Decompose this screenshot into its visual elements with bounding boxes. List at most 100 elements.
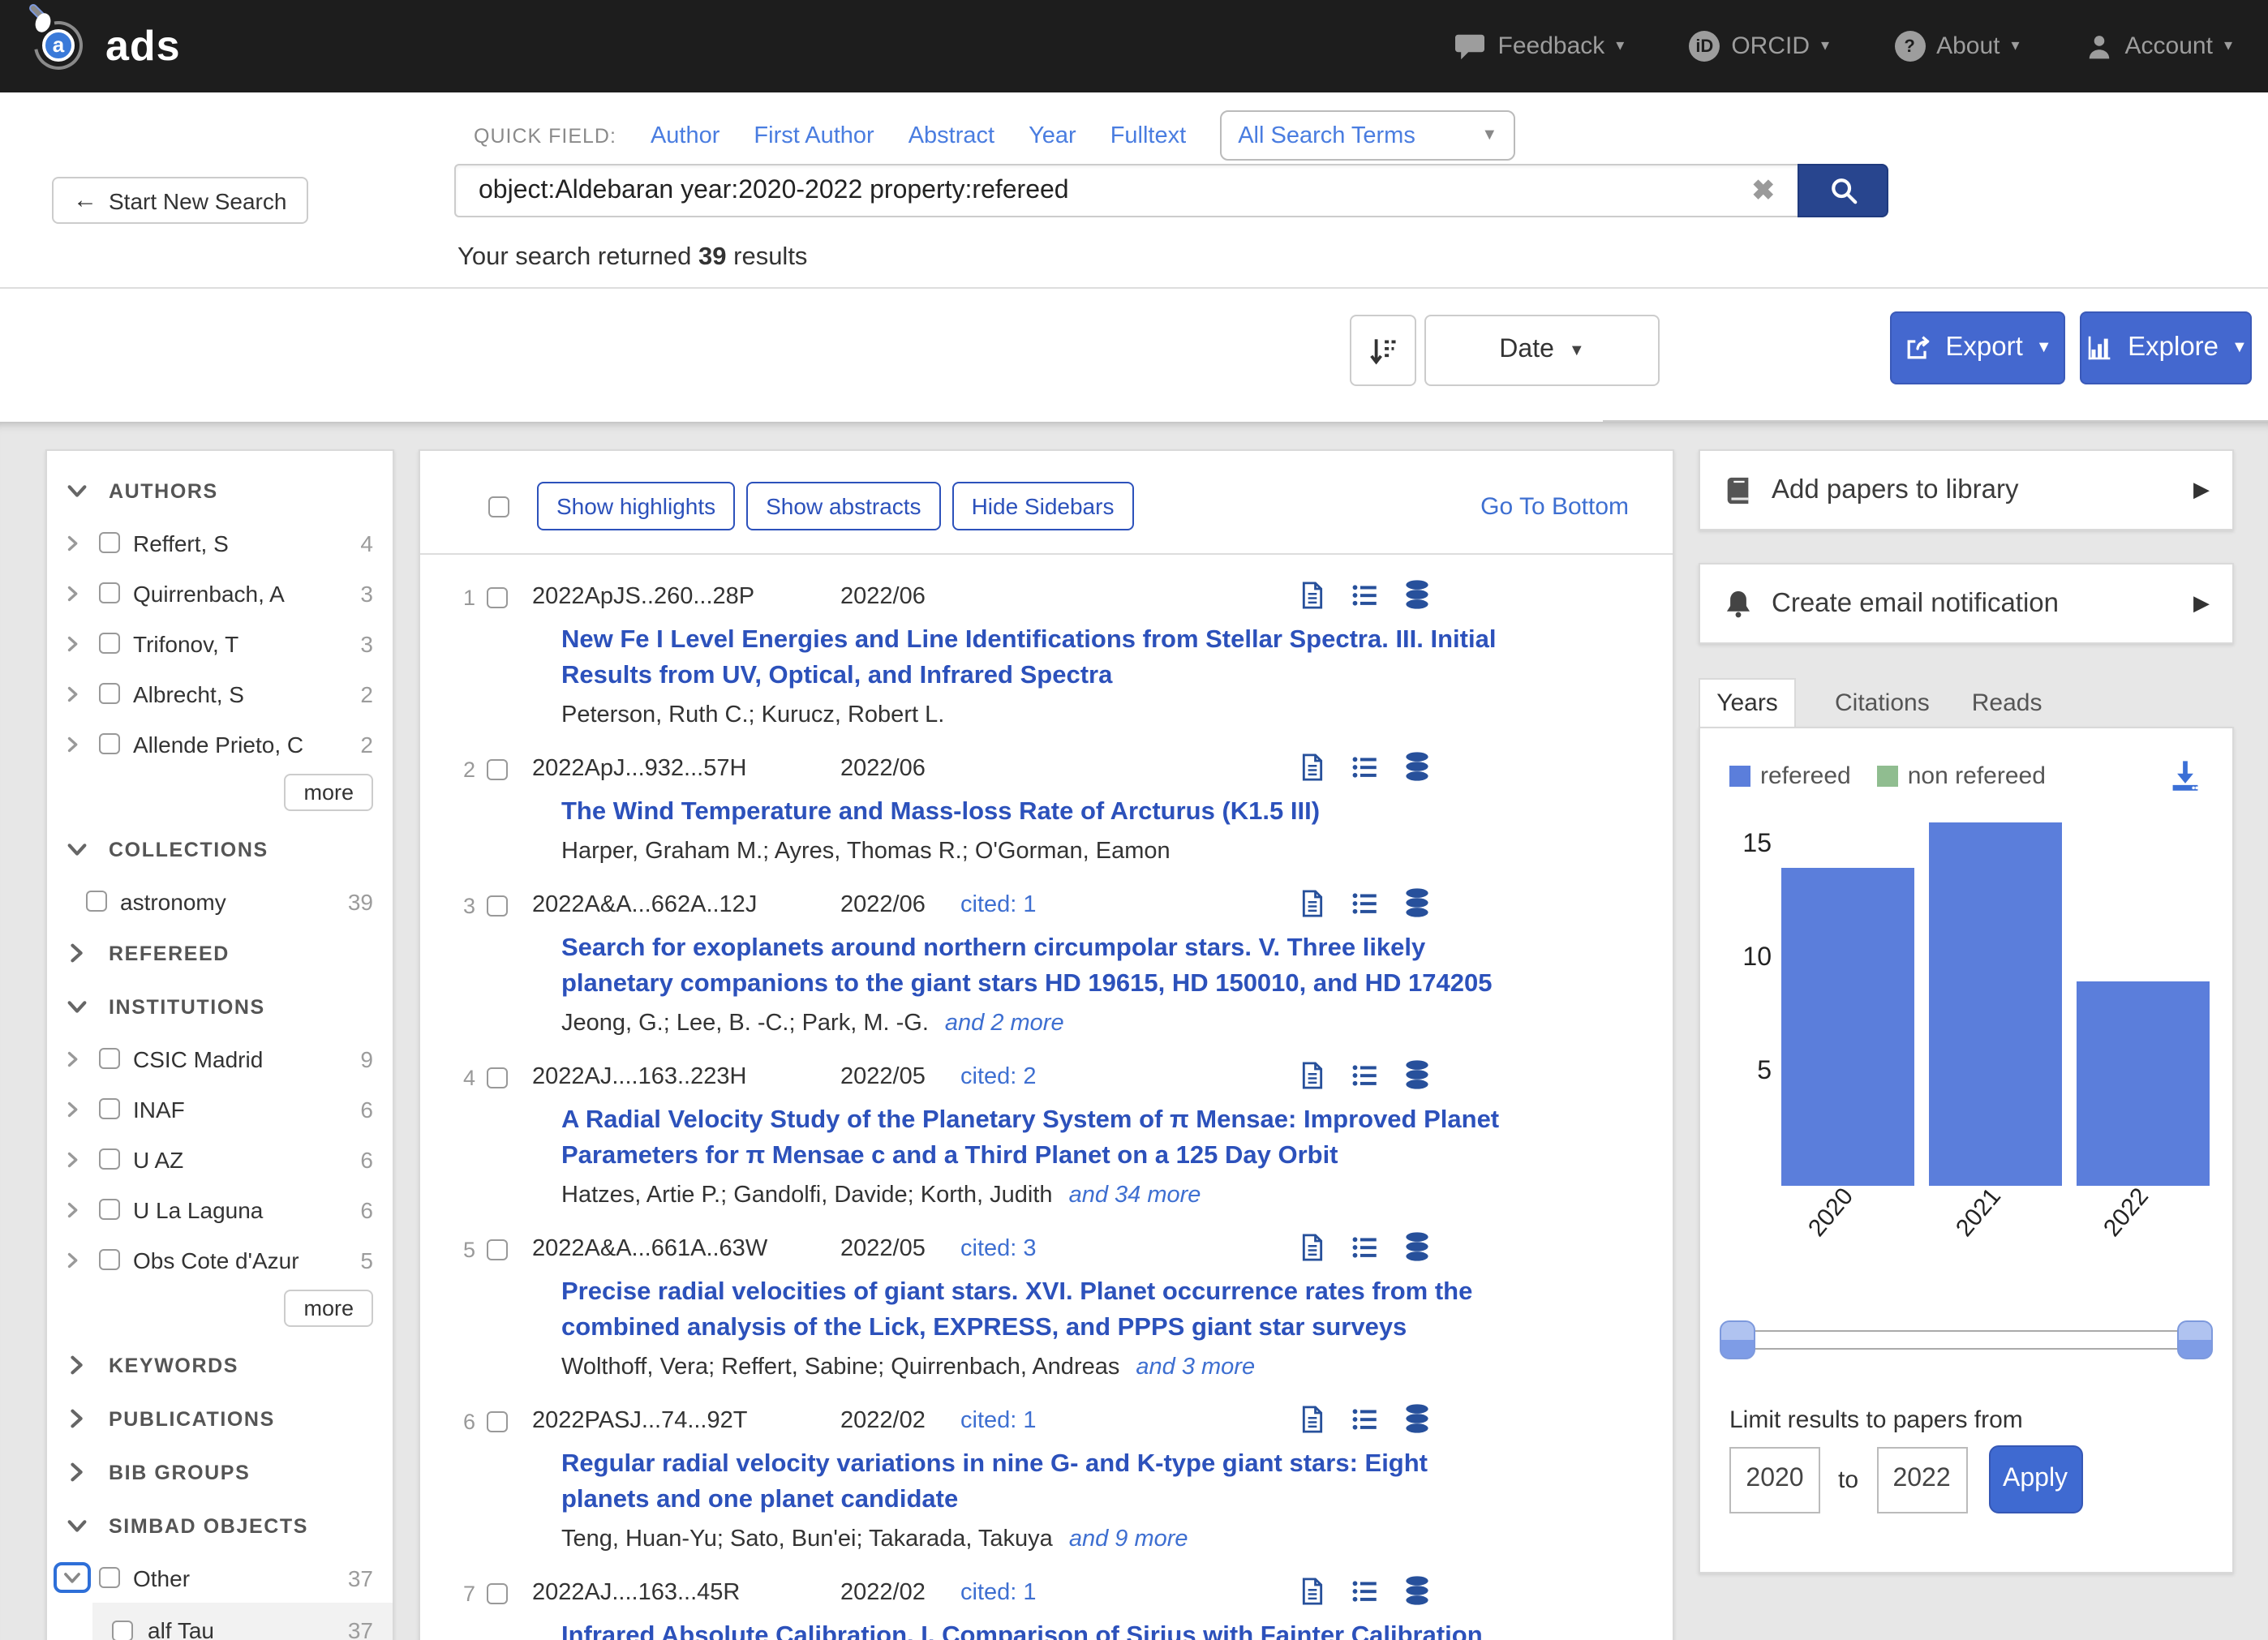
result-title-link[interactable]: Infrared Absolute Calibration. I. Compar… (561, 1619, 1502, 1640)
result-cited-link[interactable]: cited: 1 (960, 892, 1037, 918)
search-button[interactable] (1798, 164, 1888, 217)
result-and-more-link[interactable]: and 2 more (945, 1011, 1064, 1037)
export-button[interactable]: Export ▼ (1890, 311, 2065, 384)
result-checkbox[interactable] (487, 895, 508, 916)
slider-handle-max[interactable] (2177, 1320, 2213, 1359)
facet-item-astronomy[interactable]: astronomy39 (47, 876, 393, 926)
facet-item-trifonov-t[interactable]: Trifonov, T3 (47, 618, 393, 668)
chevron-icon[interactable] (60, 1099, 84, 1118)
facet-checkbox[interactable] (99, 532, 120, 553)
slider-handle-min[interactable] (1720, 1320, 1755, 1359)
create-email-notification-panel[interactable]: Create email notification ▶ (1699, 563, 2234, 644)
citations-list-icon[interactable] (1350, 1404, 1379, 1433)
data-database-icon[interactable] (1403, 887, 1431, 918)
facet-item-u-az[interactable]: U AZ6 (47, 1134, 393, 1184)
chevron-icon[interactable] (60, 1149, 84, 1169)
data-database-icon[interactable] (1403, 1403, 1431, 1434)
citations-list-icon[interactable] (1350, 752, 1379, 781)
result-cited-link[interactable]: cited: 1 (960, 1408, 1037, 1434)
result-bibcode[interactable]: 2022AJ....163...45R (532, 1580, 840, 1606)
result-and-more-link[interactable]: and 34 more (1069, 1183, 1201, 1209)
quickfield-first-author[interactable]: First Author (754, 122, 874, 148)
citations-list-icon[interactable] (1350, 1060, 1379, 1089)
facet-checkbox[interactable] (99, 1148, 120, 1170)
result-cited-link[interactable]: cited: 2 (960, 1064, 1037, 1090)
sort-field-dropdown[interactable]: Date ▼ (1424, 315, 1660, 386)
fulltext-document-icon[interactable] (1299, 1576, 1325, 1605)
facet-checkbox[interactable] (99, 582, 120, 603)
facet-child-item[interactable]: alf Tau37 (92, 1606, 393, 1640)
facet-checkbox[interactable] (99, 683, 120, 704)
quickfield-year[interactable]: Year (1029, 122, 1076, 148)
facet-checkbox[interactable] (99, 1249, 120, 1270)
fulltext-document-icon[interactable] (1299, 1060, 1325, 1089)
chevron-icon[interactable] (60, 734, 84, 753)
fulltext-document-icon[interactable] (1299, 1404, 1325, 1433)
facet-item-inaf[interactable]: INAF6 (47, 1084, 393, 1134)
facet-header-publications[interactable]: PUBLICATIONS (47, 1392, 393, 1445)
start-new-search-button[interactable]: ← Start New Search (52, 177, 307, 224)
sort-direction-button[interactable] (1350, 315, 1416, 386)
tab-reads[interactable]: Reads (1972, 689, 2042, 727)
facet-header-institutions[interactable]: INSTITUTIONS (47, 980, 393, 1033)
facet-header-authors[interactable]: AUTHORS (47, 464, 393, 517)
select-all-checkbox[interactable] (488, 496, 509, 517)
bar-2021[interactable] (1929, 822, 2062, 1186)
data-database-icon[interactable] (1403, 579, 1431, 610)
apply-button[interactable]: Apply (1988, 1445, 2082, 1513)
facet-checkbox[interactable] (112, 1620, 133, 1640)
facet-checkbox[interactable] (99, 733, 120, 754)
fulltext-document-icon[interactable] (1299, 752, 1325, 781)
facet-checkbox[interactable] (99, 1048, 120, 1069)
clear-search-icon[interactable]: ✖ (1752, 174, 1776, 207)
result-checkbox[interactable] (487, 1239, 508, 1260)
facet-checkbox[interactable] (99, 1098, 120, 1119)
result-bibcode[interactable]: 2022ApJ...932...57H (532, 756, 840, 782)
result-bibcode[interactable]: 2022A&A...662A..12J (532, 892, 840, 918)
chevron-icon[interactable] (60, 583, 84, 603)
chevron-icon[interactable] (60, 1562, 84, 1593)
result-checkbox[interactable] (487, 1410, 508, 1432)
facet-checkbox[interactable] (99, 633, 120, 654)
facet-item-csic-madrid[interactable]: CSIC Madrid9 (47, 1033, 393, 1084)
citations-list-icon[interactable] (1350, 888, 1379, 917)
facet-header-simbad[interactable]: SIMBAD OBJECTS (47, 1499, 393, 1552)
result-title-link[interactable]: The Wind Temperature and Mass-loss Rate … (561, 795, 1502, 831)
chevron-icon[interactable] (60, 1200, 84, 1219)
facet-item-u-la-laguna[interactable]: U La Laguna6 (47, 1184, 393, 1234)
hide-sidebars-button[interactable]: Hide Sidebars (952, 482, 1134, 530)
result-checkbox[interactable] (487, 1067, 508, 1088)
result-checkbox[interactable] (487, 1582, 508, 1604)
data-database-icon[interactable] (1403, 751, 1431, 782)
about-menu[interactable]: ? About ▾ (1894, 31, 2019, 62)
result-cited-link[interactable]: cited: 1 (960, 1580, 1037, 1606)
result-title-link[interactable]: A Radial Velocity Study of the Planetary… (561, 1103, 1502, 1174)
data-database-icon[interactable] (1403, 1231, 1431, 1262)
fulltext-document-icon[interactable] (1299, 1232, 1325, 1261)
facet-item-allende-prieto-c[interactable]: Allende Prieto, C2 (47, 719, 393, 769)
quickfield-fulltext[interactable]: Fulltext (1110, 122, 1187, 148)
facet-item-reffert-s[interactable]: Reffert, S4 (47, 517, 393, 568)
citations-list-icon[interactable] (1350, 1576, 1379, 1605)
ads-logo[interactable]: a ads (29, 15, 181, 77)
result-title-link[interactable]: Search for exoplanets around northern ci… (561, 931, 1502, 1002)
result-cited-link[interactable]: cited: 3 (960, 1236, 1037, 1262)
quickfield-abstract[interactable]: Abstract (908, 122, 994, 148)
year-from-input[interactable]: 2020 (1729, 1446, 1820, 1513)
chevron-icon[interactable] (60, 1049, 84, 1068)
facet-more-button[interactable]: more (284, 1290, 373, 1327)
download-chart-button[interactable] (2167, 758, 2203, 793)
data-database-icon[interactable] (1403, 1059, 1431, 1090)
chevron-icon[interactable] (60, 684, 84, 703)
data-database-icon[interactable] (1403, 1575, 1431, 1606)
result-title-link[interactable]: Regular radial velocity variations in ni… (561, 1447, 1502, 1518)
facet-checkbox[interactable] (86, 891, 107, 912)
facet-header-collections[interactable]: COLLECTIONS (47, 822, 393, 876)
fulltext-document-icon[interactable] (1299, 580, 1325, 609)
result-checkbox[interactable] (487, 758, 508, 779)
explore-button[interactable]: Explore ▼ (2080, 311, 2252, 384)
slider-track[interactable] (1720, 1330, 2213, 1350)
tab-citations[interactable]: Citations (1835, 689, 1930, 727)
citations-list-icon[interactable] (1350, 580, 1379, 609)
chevron-icon[interactable] (60, 1250, 84, 1269)
